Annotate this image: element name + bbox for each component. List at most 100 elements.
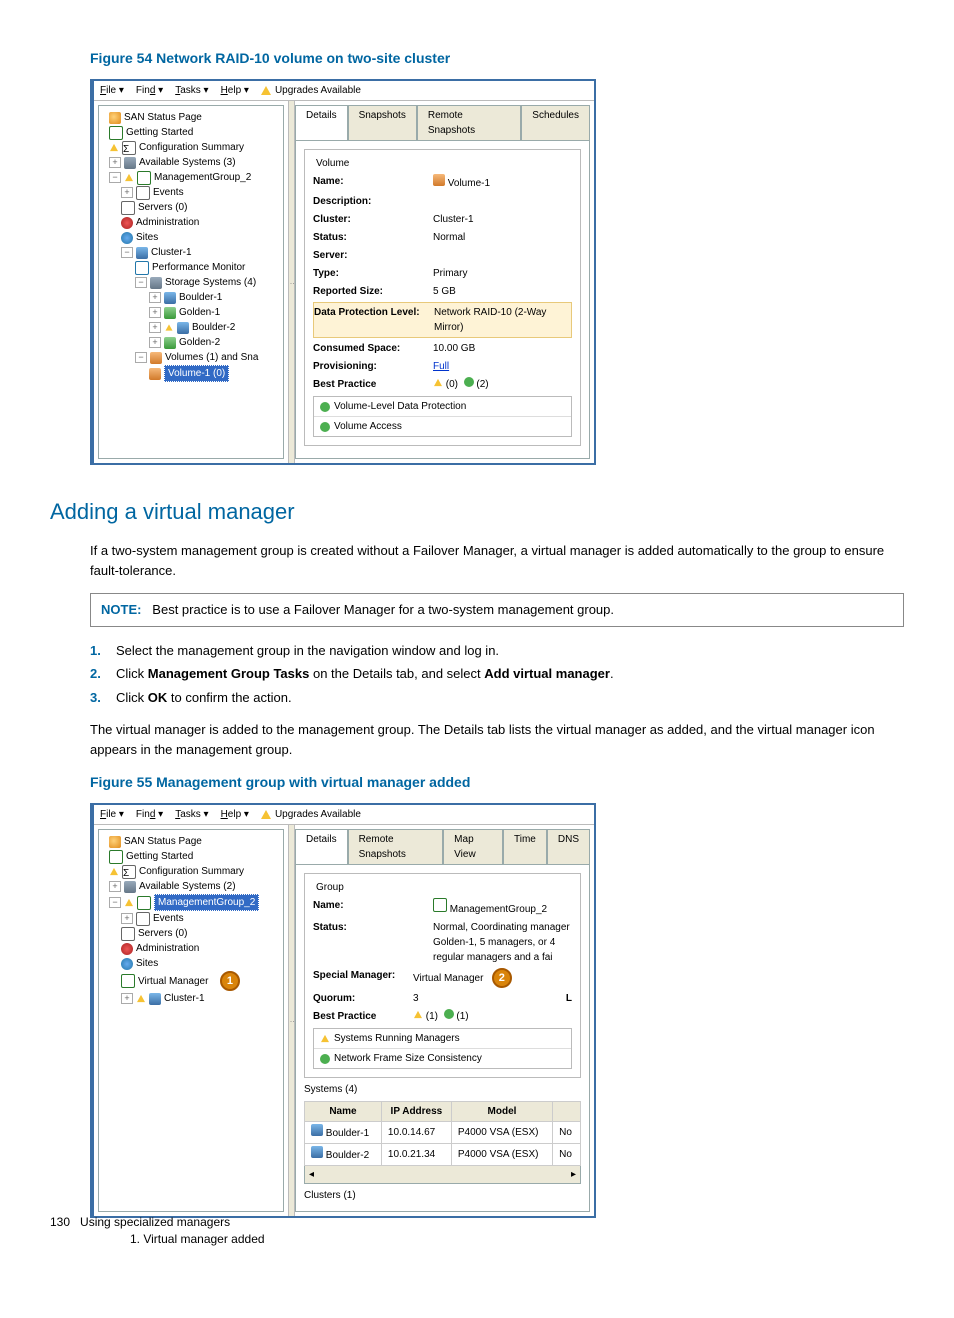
drive-icon — [124, 881, 136, 893]
menu-tasks[interactable]: Tasks ▾ — [175, 807, 208, 822]
value-type: Primary — [433, 266, 572, 281]
menu-find[interactable]: Find ▾ — [136, 807, 163, 822]
admin-icon — [121, 943, 133, 955]
label-server: Server: — [313, 248, 433, 263]
expander-icon[interactable]: + — [149, 307, 161, 318]
expander-icon[interactable]: − — [109, 172, 121, 183]
expander-icon[interactable]: + — [121, 993, 133, 1004]
upgrades-available[interactable]: Upgrades Available — [261, 807, 361, 822]
selected-volume[interactable]: Volume-1 (0) — [164, 365, 229, 382]
admin-icon — [121, 217, 133, 229]
warning-icon — [125, 174, 133, 181]
tab-dns[interactable]: DNS — [547, 829, 590, 864]
table-row[interactable]: Boulder-1 10.0.14.67 P4000 VSA (ESX) No — [305, 1122, 581, 1144]
label-name: Name: — [313, 898, 433, 917]
warning-icon — [137, 995, 145, 1002]
tab-remote-snapshots[interactable]: Remote Snapshots — [348, 829, 444, 864]
label-best-practice: Best Practice — [313, 377, 433, 392]
cluster-icon — [149, 993, 161, 1005]
tab-map-view[interactable]: Map View — [443, 829, 503, 864]
nav-tree[interactable]: SAN Status Page Getting Started ΣConfigu… — [98, 829, 284, 1212]
group-icon — [137, 896, 151, 910]
value-reported-size: 5 GB — [433, 284, 572, 299]
tab-time[interactable]: Time — [503, 829, 547, 864]
volume-icon — [433, 174, 445, 186]
expander-icon[interactable]: − — [109, 897, 121, 908]
label-provisioning: Provisioning: — [313, 359, 433, 374]
upgrades-available[interactable]: Upgrades Available — [261, 83, 361, 98]
cluster-icon — [136, 247, 148, 259]
best-practice-list: Volume-Level Data Protection Volume Acce… — [313, 396, 572, 437]
label-description: Description: — [313, 194, 433, 209]
value-quorum: 3 — [413, 991, 566, 1006]
splitter[interactable]: ⋮ — [288, 101, 295, 463]
menu-file[interactable]: File ▾ — [100, 83, 124, 98]
group-icon — [433, 898, 447, 912]
value-status: Normal, Coordinating manager Golden-1, 5… — [433, 920, 572, 965]
expander-icon[interactable]: − — [135, 277, 147, 288]
selected-mg: ManagementGroup_2 — [154, 894, 259, 911]
tab-details[interactable]: Details — [295, 829, 348, 864]
label-name: Name: — [313, 174, 433, 191]
label-special-mgr: Special Manager: — [313, 968, 413, 988]
expander-icon[interactable]: + — [109, 881, 121, 892]
label-reported-size: Reported Size: — [313, 284, 433, 299]
value-consumed: 10.00 GB — [433, 341, 572, 356]
storage-node-icon — [164, 292, 176, 304]
ok-icon — [320, 422, 330, 432]
col-ip[interactable]: IP Address — [381, 1102, 451, 1122]
warning-icon — [434, 379, 442, 386]
col-model[interactable]: Model — [451, 1102, 552, 1122]
perf-mon-icon — [135, 261, 149, 275]
note-box: NOTE: Best practice is to use a Failover… — [90, 593, 904, 627]
nav-tree[interactable]: SAN Status Page Getting Started ΣConfigu… — [98, 105, 284, 459]
menu-help[interactable]: Help ▾ — [221, 83, 249, 98]
expander-icon[interactable]: + — [121, 187, 133, 198]
menu-find[interactable]: Find ▾ — [136, 83, 163, 98]
tab-snapshots[interactable]: Snapshots — [348, 105, 417, 140]
expander-icon[interactable]: + — [121, 913, 133, 924]
sigma-icon: Σ — [122, 865, 136, 879]
ok-icon — [320, 402, 330, 412]
warning-icon — [125, 899, 133, 906]
label-type: Type: — [313, 266, 433, 281]
value-provisioning[interactable]: Full — [433, 359, 572, 374]
warning-icon — [321, 1035, 329, 1042]
expander-icon[interactable]: − — [135, 352, 147, 363]
volume-legend: Volume — [313, 156, 352, 171]
col-name[interactable]: Name — [305, 1102, 382, 1122]
label-status: Status: — [313, 920, 433, 965]
expander-icon[interactable]: + — [149, 337, 161, 348]
table-row[interactable]: Boulder-2 10.0.21.34 P4000 VSA (ESX) No — [305, 1144, 581, 1166]
menu-help[interactable]: Help ▾ — [221, 807, 249, 822]
warning-icon — [261, 86, 271, 95]
step-1-text: Select the management group in the navig… — [116, 643, 499, 658]
tab-details[interactable]: Details — [295, 105, 348, 140]
expander-icon[interactable]: + — [109, 157, 121, 168]
figure-54-caption: Figure 54 Network RAID-10 volume on two-… — [90, 48, 904, 69]
drive-icon — [124, 157, 136, 169]
step-2-text: Click Management Group Tasks on the Deta… — [116, 666, 614, 681]
menu-tasks[interactable]: Tasks ▾ — [175, 83, 208, 98]
section-heading: Adding a virtual manager — [50, 495, 904, 528]
expander-icon[interactable]: + — [149, 292, 161, 303]
label-quorum: Quorum: — [313, 991, 413, 1006]
warning-icon — [166, 324, 173, 330]
intro-paragraph: If a two-system management group is crea… — [90, 541, 904, 580]
expander-icon[interactable]: − — [121, 247, 133, 258]
menu-file[interactable]: File ▾ — [100, 807, 124, 822]
events-icon — [136, 186, 150, 200]
getting-started-icon — [109, 850, 123, 864]
tab-schedules[interactable]: Schedules — [521, 105, 590, 140]
scrollbar[interactable]: ◂▸ — [304, 1166, 581, 1184]
systems-table: Name IP Address Model Boulder-1 10.0.14.… — [304, 1101, 581, 1166]
splitter[interactable]: ⋮ — [288, 825, 295, 1216]
group-icon — [137, 171, 151, 185]
note-label: NOTE: — [101, 602, 141, 617]
getting-started-icon — [109, 126, 123, 140]
systems-header: Systems (4) — [304, 1082, 581, 1097]
expander-icon[interactable]: + — [149, 322, 161, 333]
ok-icon — [464, 377, 474, 387]
sites-icon — [121, 958, 133, 970]
tab-remote-snapshots[interactable]: Remote Snapshots — [417, 105, 521, 140]
